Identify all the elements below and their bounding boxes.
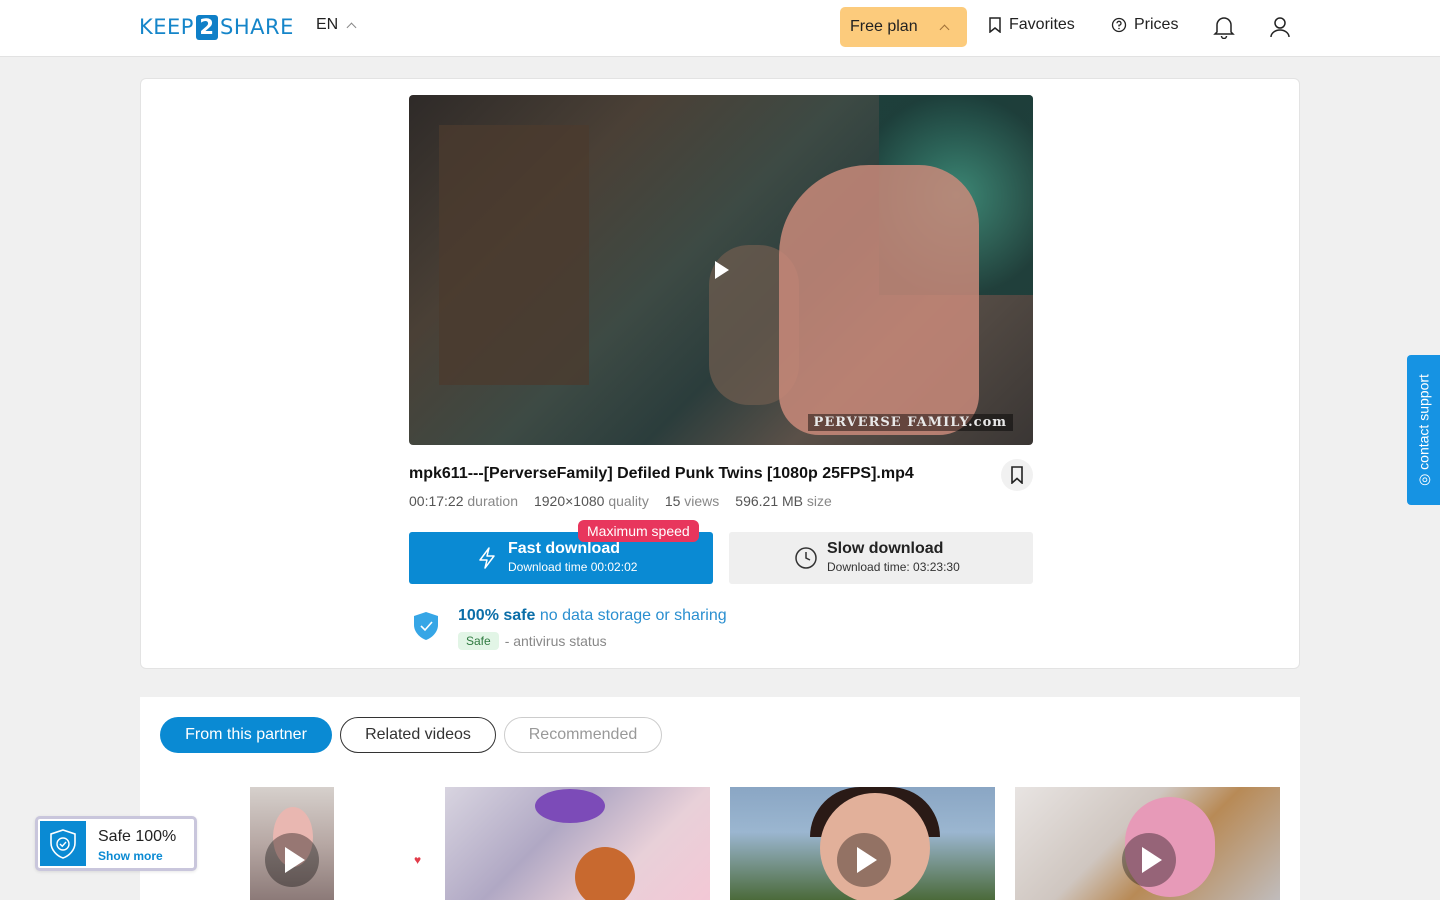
slow-download-time: Download time: 03:23:30 xyxy=(827,560,960,574)
size-value: 596.21 MB xyxy=(735,493,804,509)
views-value: 15 xyxy=(664,493,681,509)
meta-duration: 00:17:22 duration xyxy=(409,493,518,509)
play-icon xyxy=(856,847,877,873)
logo-badge: 2 xyxy=(195,14,218,40)
logo-text-left: KEEP xyxy=(139,15,194,39)
play-button[interactable] xyxy=(1122,833,1176,887)
duration-value: 00:17:22 xyxy=(409,493,464,509)
shield-check-icon xyxy=(414,612,438,640)
language-selector[interactable]: EN xyxy=(316,16,357,34)
views-label: views xyxy=(684,493,720,509)
keep2share-logo[interactable]: KEEP 2 SHARE xyxy=(139,14,294,40)
quality-value: 1920×1080 xyxy=(533,493,605,509)
lightning-icon xyxy=(479,547,495,569)
tab-from-this-partner[interactable]: From this partner xyxy=(160,717,332,753)
notifications-button[interactable] xyxy=(1213,15,1235,39)
add-to-favorites-button[interactable] xyxy=(1001,459,1033,491)
slow-download-button[interactable]: Slow download Download time: 03:23:30 xyxy=(729,532,1033,584)
related-section: From this partner Related videos Recomme… xyxy=(140,697,1300,900)
scene-shelf xyxy=(439,125,589,385)
fast-download-time: Download time 00:02:02 xyxy=(508,560,638,574)
fast-download-text: Fast download Download time 00:02:02 xyxy=(508,540,637,574)
free-plan-button[interactable]: Free plan xyxy=(840,7,967,47)
video-thumbnail[interactable] xyxy=(1015,787,1280,900)
maximum-speed-badge: Maximum speed xyxy=(578,520,699,542)
user-icon xyxy=(1270,17,1290,38)
favorites-link[interactable]: Favorites xyxy=(988,16,1075,34)
safe-widget-title: Safe 100% xyxy=(98,828,177,845)
antivirus-label: - antivirus status xyxy=(504,633,607,649)
contact-support-tab[interactable]: ◎ contact support xyxy=(1407,355,1440,505)
top-header: KEEP 2 SHARE EN Free plan Favorites Pric… xyxy=(0,0,1440,57)
play-icon xyxy=(284,847,305,873)
bell-icon xyxy=(1213,17,1235,39)
video-thumbnail[interactable] xyxy=(730,787,995,900)
play-icon xyxy=(1141,847,1162,873)
safe-tag: Safe xyxy=(458,632,499,650)
contact-support-label: ◎ contact support xyxy=(1415,374,1431,486)
logo-text-right: SHARE xyxy=(219,15,294,39)
chevron-up-icon xyxy=(939,24,950,35)
fast-download-label: Fast download xyxy=(508,540,620,557)
scene-figure xyxy=(779,165,979,435)
file-card: PERVERSE FAMILY.com mpk611---[PerverseFa… xyxy=(140,78,1300,669)
heart-icon: ♥ xyxy=(414,853,422,867)
tab-recommended[interactable]: Recommended xyxy=(504,717,662,753)
meta-size: 596.21 MB size xyxy=(735,493,832,509)
plan-label: Free plan xyxy=(850,18,918,35)
tab-related-videos[interactable]: Related videos xyxy=(340,717,496,753)
bookmark-icon xyxy=(989,17,1001,33)
bookmark-icon xyxy=(1011,466,1023,484)
quality-label: quality xyxy=(608,493,649,509)
thumbnail-object xyxy=(575,847,635,900)
play-button[interactable] xyxy=(265,833,319,887)
safety-statement: 100% safe no data storage or sharing xyxy=(458,607,727,625)
chevron-up-icon xyxy=(346,22,357,32)
safety-detail: no data storage or sharing xyxy=(539,607,727,624)
video-thumbnail[interactable] xyxy=(445,787,710,900)
duration-label: duration xyxy=(467,493,518,509)
clock-icon xyxy=(795,547,817,569)
play-icon[interactable] xyxy=(715,261,729,279)
video-watermark: PERVERSE FAMILY.com xyxy=(807,414,1013,431)
slow-download-text: Slow download Download time: 03:23:30 xyxy=(827,540,960,574)
shield-check-icon xyxy=(50,828,76,859)
thumbnail-object xyxy=(535,789,605,823)
prices-link[interactable]: Prices xyxy=(1111,16,1178,34)
language-label: EN xyxy=(316,16,339,33)
show-more-link[interactable]: Show more xyxy=(98,849,163,863)
play-button[interactable] xyxy=(837,833,891,887)
size-label: size xyxy=(806,493,832,509)
safety-strong: 100% safe xyxy=(458,607,536,624)
safe-widget-icon xyxy=(40,821,86,866)
safe-widget[interactable]: Safe 100% Show more xyxy=(35,816,197,871)
video-thumbnail[interactable] xyxy=(243,787,341,900)
help-circle-icon xyxy=(1111,17,1127,33)
file-meta: 00:17:22 duration 1920×1080 quality 15 v… xyxy=(409,493,832,509)
video-preview[interactable]: PERVERSE FAMILY.com xyxy=(409,95,1033,445)
favorites-label: Favorites xyxy=(1009,16,1075,33)
meta-views: 15 views xyxy=(665,493,719,509)
slow-download-label: Slow download xyxy=(827,540,944,557)
prices-label: Prices xyxy=(1134,16,1179,33)
file-title: mpk611---[PerverseFamily] Defiled Punk T… xyxy=(409,465,914,482)
antivirus-status: Safe - antivirus status xyxy=(458,632,607,650)
account-button[interactable] xyxy=(1269,15,1291,39)
meta-quality: 1920×1080 quality xyxy=(534,493,649,509)
